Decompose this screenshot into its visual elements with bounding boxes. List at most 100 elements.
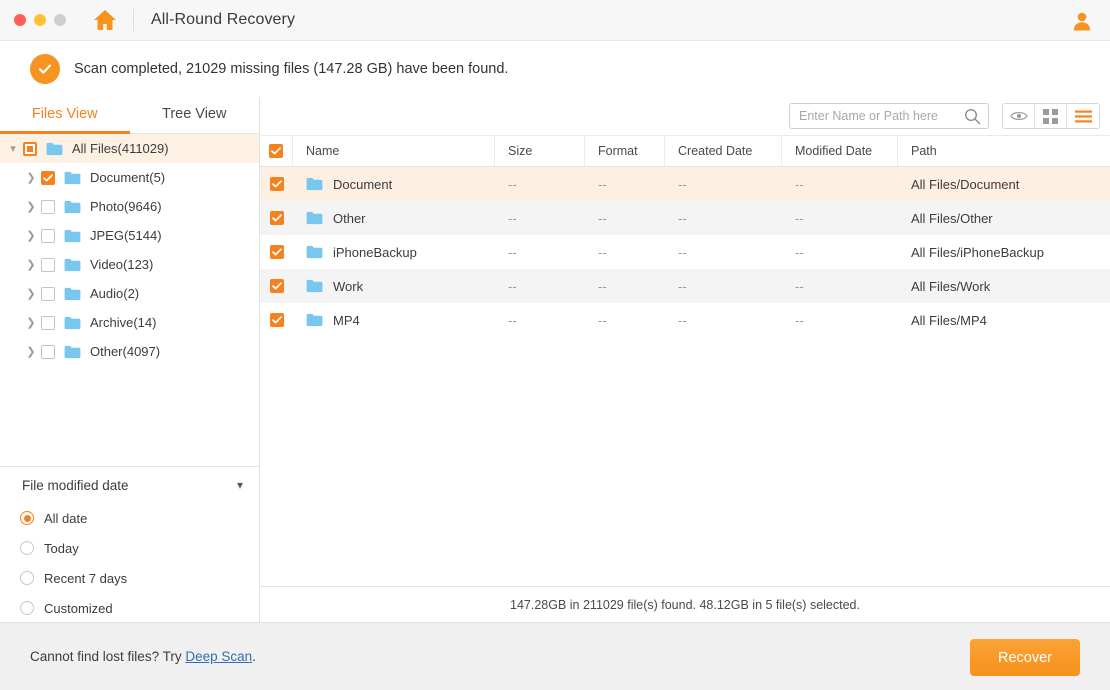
folder-icon [306, 279, 323, 293]
search-box[interactable] [789, 103, 989, 129]
tab-files-view[interactable]: Files View [0, 97, 130, 133]
checkbox-row[interactable] [270, 245, 284, 259]
close-button[interactable] [14, 14, 26, 26]
tree-item-other[interactable]: ❯ Other(4097) [0, 337, 259, 366]
folder-icon [64, 171, 81, 185]
grid-view-icon[interactable] [1035, 104, 1067, 128]
cell-name: Work [293, 269, 495, 303]
search-icon[interactable] [964, 108, 981, 130]
checkbox-row[interactable] [270, 177, 284, 191]
chevron-right-icon[interactable]: ❯ [21, 287, 41, 300]
tab-tree-view-label: Tree View [162, 106, 226, 122]
cell-name-label: Work [333, 279, 363, 294]
radio-customized[interactable] [20, 601, 34, 615]
table-row[interactable]: MP4 -- -- -- -- All Files/MP4 [260, 303, 1110, 337]
checkbox-photo[interactable] [41, 200, 55, 214]
tree-item-all-files[interactable]: ▾ All Files(411029) [0, 134, 259, 163]
chevron-right-icon[interactable]: ❯ [21, 258, 41, 271]
checkbox-video[interactable] [41, 258, 55, 272]
column-header-path[interactable]: Path [898, 136, 1110, 166]
cell-name: MP4 [293, 303, 495, 337]
chevron-right-icon[interactable]: ❯ [21, 200, 41, 213]
row-checkbox-cell[interactable] [260, 167, 293, 201]
column-header-format[interactable]: Format [585, 136, 665, 166]
app-window: All-Round Recovery Scan completed, 21029… [0, 0, 1110, 690]
sidebar: Files View Tree View ▾ All Files(411029)… [0, 97, 260, 622]
table-row[interactable]: iPhoneBackup -- -- -- -- All Files/iPhon… [260, 235, 1110, 269]
zoom-button[interactable] [54, 14, 66, 26]
list-view-icon[interactable] [1067, 104, 1099, 128]
window-controls [14, 14, 66, 26]
deep-scan-link[interactable]: Deep Scan [185, 649, 252, 664]
row-checkbox-cell[interactable] [260, 269, 293, 303]
tree-item-document[interactable]: ❯ Document(5) [0, 163, 259, 192]
checkbox-other[interactable] [41, 345, 55, 359]
chevron-right-icon[interactable]: ❯ [21, 345, 41, 358]
cell-path: All Files/Document [898, 167, 1110, 201]
recover-button[interactable]: Recover [970, 639, 1080, 676]
cell-name: Other [293, 201, 495, 235]
radio-all-date[interactable] [20, 511, 34, 525]
filter-option-recent-7-days[interactable]: Recent 7 days [0, 563, 259, 593]
checkbox-row[interactable] [270, 313, 284, 327]
column-header-modified-date[interactable]: Modified Date [782, 136, 898, 166]
chevron-down-icon[interactable]: ▾ [3, 142, 23, 155]
tree-item-archive[interactable]: ❯ Archive(14) [0, 308, 259, 337]
row-checkbox-cell[interactable] [260, 235, 293, 269]
chevron-right-icon[interactable]: ❯ [21, 171, 41, 184]
tree-item-photo[interactable]: ❯ Photo(9646) [0, 192, 259, 221]
checkbox-jpeg[interactable] [41, 229, 55, 243]
table-row[interactable]: Other -- -- -- -- All Files/Other [260, 201, 1110, 235]
column-header-name[interactable]: Name [293, 136, 495, 166]
folder-icon [46, 142, 63, 156]
table-row[interactable]: Work -- -- -- -- All Files/Work [260, 269, 1110, 303]
radio-recent-7-days[interactable] [20, 571, 34, 585]
date-filter-header[interactable]: File modified date ▾ [0, 467, 259, 503]
row-checkbox-cell[interactable] [260, 303, 293, 337]
cell-created-date: -- [665, 167, 782, 201]
checkbox-row[interactable] [270, 211, 284, 225]
cell-size: -- [495, 235, 585, 269]
filter-option-all-date[interactable]: All date [0, 503, 259, 533]
preview-icon[interactable] [1003, 104, 1035, 128]
chevron-right-icon[interactable]: ❯ [21, 229, 41, 242]
cell-created-date: -- [665, 303, 782, 337]
filter-option-customized[interactable]: Customized [0, 593, 259, 623]
deep-scan-prompt-suffix: . [252, 649, 256, 664]
cell-format: -- [585, 303, 665, 337]
checkbox-document[interactable] [41, 171, 55, 185]
minimize-button[interactable] [34, 14, 46, 26]
tab-tree-view[interactable]: Tree View [130, 97, 260, 133]
tree-item-video[interactable]: ❯ Video(123) [0, 250, 259, 279]
cell-modified-date: -- [782, 167, 898, 201]
folder-icon [306, 245, 323, 259]
folder-icon [64, 287, 81, 301]
column-header-size[interactable]: Size [495, 136, 585, 166]
user-icon[interactable] [1070, 9, 1094, 33]
column-header-created-date[interactable]: Created Date [665, 136, 782, 166]
deep-scan-prompt: Cannot find lost files? Try Deep Scan. [30, 649, 256, 664]
chevron-down-icon[interactable]: ▾ [237, 478, 243, 492]
folder-icon [64, 316, 81, 330]
file-category-tree: ▾ All Files(411029) ❯ Document(5) ❯ [0, 134, 259, 366]
cell-modified-date: -- [782, 201, 898, 235]
checkbox-select-all[interactable] [269, 144, 283, 158]
checkbox-audio[interactable] [41, 287, 55, 301]
table-row[interactable]: Document -- -- -- -- All Files/Document [260, 167, 1110, 201]
checkbox-row[interactable] [270, 279, 284, 293]
search-input[interactable] [799, 109, 959, 123]
tree-item-audio[interactable]: ❯ Audio(2) [0, 279, 259, 308]
checkbox-all-files[interactable] [23, 142, 37, 156]
checkbox-archive[interactable] [41, 316, 55, 330]
cell-name-label: MP4 [333, 313, 360, 328]
chevron-right-icon[interactable]: ❯ [21, 316, 41, 329]
radio-today[interactable] [20, 541, 34, 555]
select-all-header[interactable] [260, 136, 293, 166]
tree-item-jpeg[interactable]: ❯ JPEG(5144) [0, 221, 259, 250]
filter-option-label: Today [44, 541, 79, 556]
scan-status-banner: Scan completed, 21029 missing files (147… [0, 41, 1110, 97]
folder-icon [64, 200, 81, 214]
home-icon[interactable] [93, 9, 117, 31]
row-checkbox-cell[interactable] [260, 201, 293, 235]
filter-option-today[interactable]: Today [0, 533, 259, 563]
